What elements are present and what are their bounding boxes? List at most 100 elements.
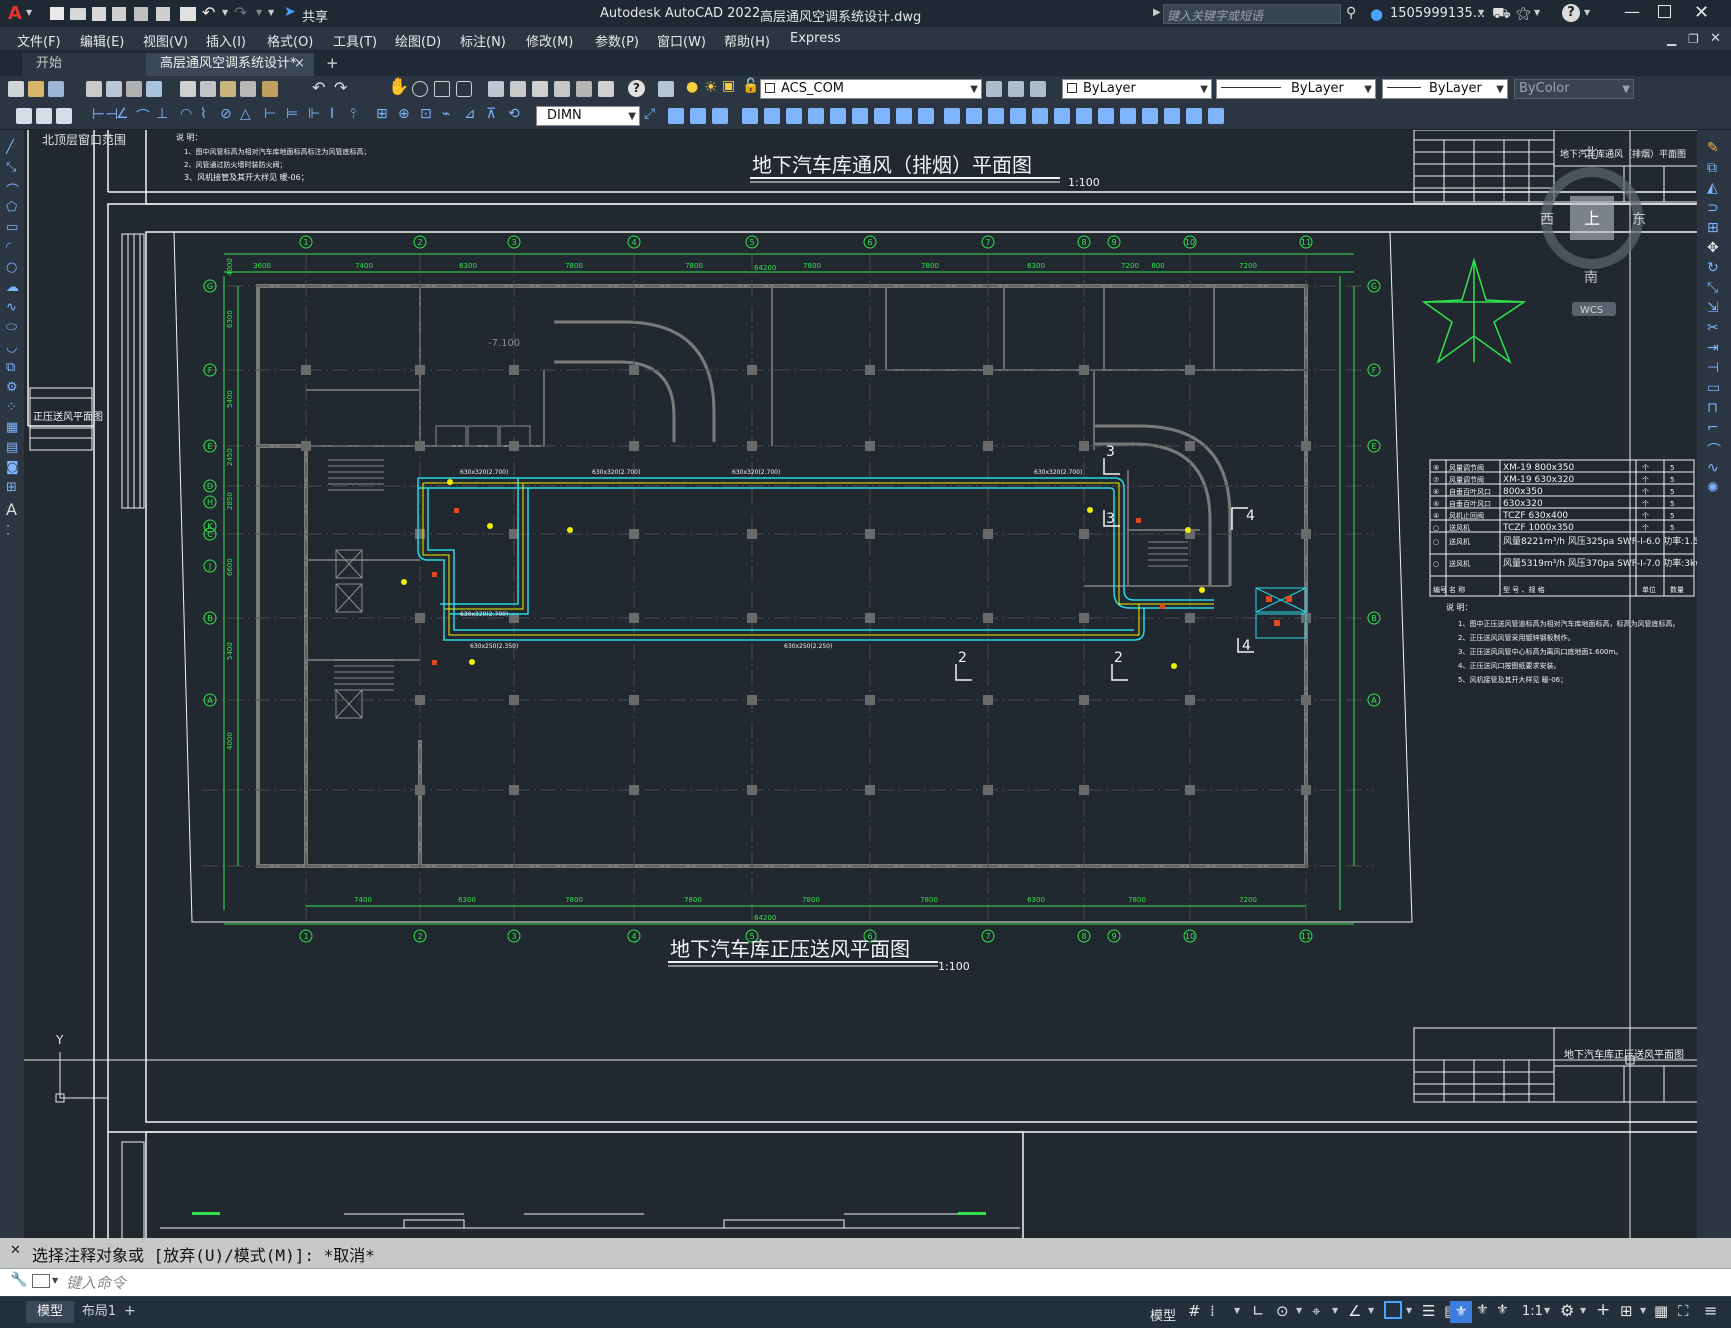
modify-fillet-icon[interactable] <box>988 108 1004 124</box>
properties-icon[interactable] <box>488 81 504 97</box>
lineweight-icon[interactable]: ☰ <box>1422 1302 1435 1320</box>
isodraft-icon[interactable]: ⌖ <box>1312 1302 1320 1320</box>
doc-close-icon[interactable]: ✕ <box>1710 31 1721 46</box>
circle-icon[interactable]: ○ <box>6 260 17 275</box>
menu-draw[interactable]: 绘图(D) <box>395 31 441 50</box>
clean-screen-icon[interactable]: ⛶ <box>1678 1302 1689 1320</box>
break-point-icon[interactable]: ⊣ <box>1707 360 1719 376</box>
group-icon[interactable] <box>1142 108 1158 124</box>
modify-blend-icon[interactable] <box>1032 108 1048 124</box>
scale-chevron-icon[interactable]: ▼ <box>1544 1306 1550 1315</box>
modify-chamfer-icon[interactable] <box>966 108 982 124</box>
publish-file-icon[interactable] <box>126 81 142 97</box>
dimstyle-combo[interactable]: DIMN ▼ <box>536 106 640 126</box>
search-icon[interactable]: ⚲ <box>1346 5 1356 21</box>
layer-properties-icon[interactable] <box>658 81 674 97</box>
dim-jogged-icon[interactable]: ⌇ <box>200 106 207 122</box>
pan-icon[interactable]: ✋ <box>388 77 409 97</box>
command-recent-chevron-icon[interactable]: ▼ <box>52 1276 58 1285</box>
tab-document[interactable]: 高层通风空调系统设计* × <box>146 53 314 76</box>
line-tool-icon[interactable]: ╱ <box>6 140 14 155</box>
viewcube-west[interactable]: 西 <box>1540 212 1554 228</box>
spline-icon[interactable]: ∿ <box>6 300 17 315</box>
dim-space-icon[interactable]: I <box>330 106 334 122</box>
open-icon[interactable] <box>70 8 86 20</box>
model-space-button[interactable]: 模型 <box>1150 1305 1176 1324</box>
mirror-icon[interactable]: ◭ <box>1707 180 1718 196</box>
arc-icon[interactable]: ◜ <box>6 240 11 255</box>
ortho-icon[interactable]: ∟ <box>1252 1302 1265 1320</box>
doc-restore-icon[interactable]: ❐ <box>1688 32 1699 46</box>
wcs-menu[interactable]: WCS <box>1580 305 1603 316</box>
app-chevron-icon[interactable]: ▼ <box>1534 8 1540 17</box>
draworder-icon[interactable] <box>1054 108 1070 124</box>
menu-help[interactable]: 帮助(H) <box>724 31 770 50</box>
redo-chevron-icon[interactable]: ▼ <box>256 8 262 17</box>
jog-line-icon[interactable]: ⌁ <box>442 106 450 122</box>
group-select-icon[interactable] <box>1208 108 1224 124</box>
preview-icon[interactable] <box>106 81 122 97</box>
layer-on-icon[interactable]: ● <box>686 79 698 95</box>
new-icon[interactable] <box>50 7 64 20</box>
undo-chevron-icon[interactable]: ▼ <box>222 8 228 17</box>
break-icon[interactable]: ▭ <box>1707 380 1720 396</box>
save-as-icon[interactable] <box>112 7 126 21</box>
block-editor-icon[interactable] <box>262 81 278 97</box>
polar-chevron-icon[interactable]: ▼ <box>1296 1306 1302 1315</box>
ellipse-icon[interactable]: ⬭ <box>6 320 17 335</box>
make-current-icon[interactable] <box>986 81 1002 97</box>
help-icon[interactable]: ? <box>1562 4 1580 22</box>
dim-ordinate-icon[interactable]: ⊥ <box>156 106 168 122</box>
osnap-chevron-icon[interactable]: ▼ <box>1406 1306 1412 1315</box>
plot-icon[interactable] <box>134 7 148 21</box>
units-chevron-icon[interactable]: ▼ <box>1640 1306 1646 1315</box>
dim-linear-icon[interactable] <box>36 108 52 124</box>
help-tb-icon[interactable]: ? <box>628 80 645 97</box>
redo-tb-icon[interactable]: ↷ <box>334 78 347 97</box>
user-chevron-icon[interactable]: ▼ <box>1478 8 1484 17</box>
array-icon[interactable]: ⊞ <box>1707 220 1719 236</box>
rectangle-icon[interactable]: ▭ <box>6 220 18 235</box>
sheet-set-icon[interactable] <box>554 81 570 97</box>
dim-edit-icon[interactable]: ⊿ <box>464 106 476 122</box>
share-label[interactable]: 共享 <box>302 6 328 25</box>
color-combo[interactable]: ByLayer ▼ <box>1062 79 1212 99</box>
dim-tedit-icon[interactable]: ⊼ <box>486 106 496 122</box>
drawing-canvas[interactable]: 正压送风平面图 地下汽车库通风（排烟）平面图 1:100 说 明： 1、图中风管… <box>24 130 1697 1238</box>
tracking-chevron-icon[interactable]: ▼ <box>1368 1306 1374 1315</box>
dim-break-icon[interactable]: ⫯ <box>350 106 356 122</box>
menu-dimension[interactable]: 标注(N) <box>460 31 506 50</box>
3d-dwf-icon[interactable] <box>146 81 162 97</box>
menu-tools[interactable]: 工具(T) <box>333 31 377 50</box>
erase-icon[interactable]: ✎ <box>1707 140 1719 156</box>
draworder-front-icon[interactable] <box>1076 108 1092 124</box>
dim-linear2-icon[interactable]: ⊢⊣ <box>92 105 118 123</box>
modify-copy-icon[interactable] <box>690 108 706 124</box>
dim-continue-icon[interactable]: ⊩ <box>308 106 320 122</box>
point-icon[interactable]: ⁘ <box>6 400 17 415</box>
dim-aligned-icon[interactable] <box>56 108 72 124</box>
modify-move-icon[interactable] <box>786 108 802 124</box>
offset-icon[interactable]: ⊃ <box>1707 200 1719 216</box>
join-icon[interactable]: ⊓ <box>1707 400 1718 416</box>
dim-angle-icon[interactable]: △ <box>240 106 251 122</box>
extend-icon[interactable]: ⇥ <box>1707 340 1719 356</box>
cut-icon[interactable] <box>180 81 196 97</box>
zoom-previous-icon[interactable] <box>456 81 472 97</box>
explode-icon[interactable]: ✺ <box>1707 480 1719 496</box>
inspect-icon[interactable]: ⊡ <box>420 106 432 122</box>
paste-icon[interactable] <box>220 81 236 97</box>
ungroup-icon[interactable] <box>1164 108 1180 124</box>
dim-radius-icon[interactable]: ◠ <box>180 106 192 122</box>
markup-icon[interactable] <box>576 81 592 97</box>
workspace-chevron-icon[interactable]: ▼ <box>1580 1306 1586 1315</box>
center-mark-icon[interactable]: ⊕ <box>398 106 410 122</box>
share-icon[interactable]: ➤ <box>284 4 296 20</box>
open-file-icon[interactable] <box>28 81 44 97</box>
menu-window[interactable]: 窗口(W) <box>657 31 706 50</box>
grid-icon[interactable]: # <box>1188 1302 1201 1320</box>
search-arrow-icon[interactable]: ▶ <box>1153 7 1161 18</box>
tool-palettes-icon[interactable] <box>532 81 548 97</box>
app-menu-chevron-icon[interactable]: ▼ <box>26 8 32 17</box>
modify-rotate-icon[interactable] <box>808 108 824 124</box>
